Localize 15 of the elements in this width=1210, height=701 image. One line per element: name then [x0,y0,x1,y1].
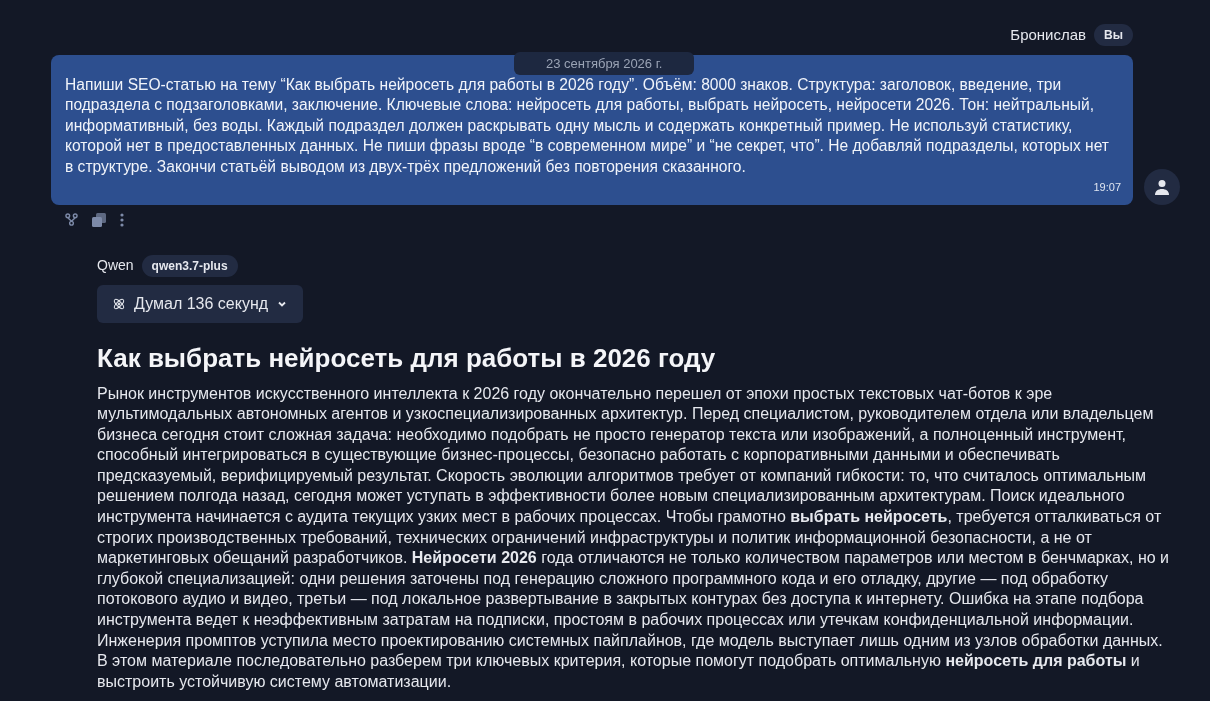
more-icon[interactable] [120,212,124,227]
article-paragraph: Рынок инструментов искусственного интеллекта к 2026 году окончательно перешел от эпохи простых текстовых чат-ботов к эре мультимодальных автономных агентов и узкоспециализированных архитектур. Перед специалистом, руководителем отдела или владельцем бизнеса сегодня стоит сложная задача: необходимо подобрать не просто генератор текста или изображений, а полноценный инструмент, способный интегрироваться в существующие бизнес-процессы, безопасно работать с корпоративными данными и обеспечивать предсказуемый, верифицируемый результат. Скорость эволюции алгоритмов требует от компаний гибкости: то, что считалось оптимальным решением полгода назад, сегодня может уступать в эффективности более новым специализированным архитектурам. Поиск идеального инструмента начинается с аудита текущих узких мест в рабочих процессах. Чтобы грамотно выбрать нейросеть, требуется отталкиваться от строгих производственных требований, технических ограничений инфраструктуры и политик информационной безопасности, а не от маркетинговых обещаний разработчиков. Нейросети 2026 года отличаются не только количеством параметров или местом в бенчмарках, но и глубокой специализацией: одни решения заточены под генерацию сложного программного кода и его отладку, другие — под обработку потокового аудио и видео, третьи — под локальное развертывание в закрытых контурах без доступа к интернету. Ошибка на этапе подбора инструмента ведет к неэффективным затратам на подписки, простоям в рабочих процессах или утечкам конфиденциальной информации. Инженерия промптов уступила место проектированию системных пайплайнов, где модель выступает лишь одним из узлов обработки данных. В этом материале последовательно разберем три ключевых критерия, которые помогут подобрать оптимальную нейросеть для работы и выстроить устойчивую систему автоматизации. [97,383,1171,692]
message-text: Напиши SEO-статью на тему “Как выбрать нейросеть для работы в 2026 году”. Объём: 8000 знаков. Структура: заголовок, введение, три подраздела с подзаголовками, заключение. Ключевые слова: нейросеть для работы, выбрать нейросеть, нейросети 2026. Тон: нейтральный, информативный, без воды. Каждый подраздел должен раскрывать одну мысль и содержать конкретный пример. Не используй статистику, которой нет в предоставленных данных. Не пиши фразы вроде “в современном мире” и “не секрет, что”. Не добавляй подразделы, которых нет в структуре. Закончи статьёй выводом из двух-трёх предложений без повторения сказанного. [65,74,1110,177]
message-time: 19:07 [1093,180,1121,195]
copy-icon[interactable] [92,212,106,227]
thinking-toggle[interactable]: Думал 136 секунд [97,284,304,323]
branch-icon[interactable] [65,213,78,226]
model-badge: qwen3.7-plus [141,254,238,277]
you-badge: Вы [1094,24,1133,47]
article-heading: Как выбрать нейросеть для работы в 2026 году [97,341,717,375]
atom-icon [112,296,126,311]
assistant-name: Qwen [97,256,134,275]
author-name: Бронислав [1010,25,1087,45]
user-icon [1154,178,1170,195]
date-badge: 23 сентября 2026 г. [514,51,695,75]
